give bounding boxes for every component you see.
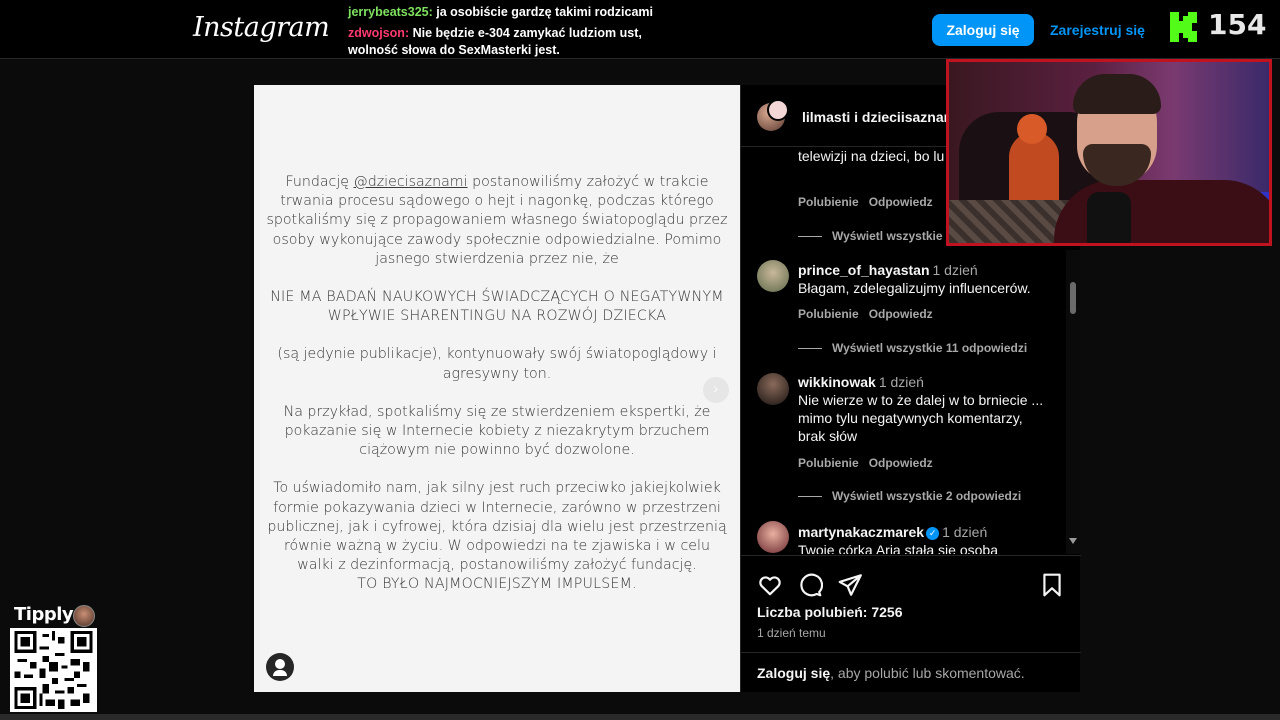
comments-scrollbar[interactable] xyxy=(1066,250,1080,554)
webcam-microphone xyxy=(1087,192,1131,243)
view-replies-button[interactable]: Wyświetl wszystkie 11 odpowiedzi xyxy=(798,341,1027,355)
comment-username[interactable]: martynakaczmarek xyxy=(798,524,924,540)
heart-icon[interactable] xyxy=(757,572,783,598)
view-replies-label: Wyświetl wszystkie 2 odpowiedzi xyxy=(832,489,1022,503)
stream-chat-overlay: jerrybeats325: ja osobiście gardzę takim… xyxy=(348,4,688,63)
comment-text: Nie wierze w to że dalej w to brniecie .… xyxy=(798,392,1044,444)
post-paragraph-headline: NIE MA BADAŃ NAUKOWYCH ŚWIADCZĄCYCH O NE… xyxy=(270,289,724,325)
post-authors[interactable]: lilmasti i dzieciisaznami xyxy=(802,109,960,125)
like-comment-button[interactable]: Polubienie xyxy=(798,307,859,321)
kick-logo-icon xyxy=(1170,12,1197,42)
post-image-text: Fundację @dziecisaznami postanowiliśmy z… xyxy=(266,173,728,614)
top-bar: Instagram jerrybeats325: ja osobiście ga… xyxy=(0,0,1280,59)
login-prompt-text: , aby polubić lub skomentować. xyxy=(830,665,1025,681)
comment-time: 1 dzień xyxy=(942,524,988,540)
comment-username[interactable]: prince_of_hayastan xyxy=(798,262,930,278)
comment-username[interactable]: wikkinowak xyxy=(798,374,876,390)
tipply-label: Tipply xyxy=(14,604,74,625)
scroll-down-arrow-icon[interactable] xyxy=(1069,538,1077,544)
qr-code-icon xyxy=(14,631,93,709)
post-image: Fundację @dziecisaznami postanowiliśmy z… xyxy=(254,85,740,692)
bottom-edge xyxy=(0,714,1280,720)
likes-count[interactable]: Liczba polubień: 7256 xyxy=(757,604,902,620)
comment-actions: Polubienie Odpowiedz xyxy=(798,307,943,321)
post-paragraph-closing: TO BYŁO NAJMOCNIEJSZYM IMPULSEM. xyxy=(357,576,637,593)
commenter-avatar[interactable] xyxy=(757,260,789,292)
login-prompt: Zaloguj się, aby polubić lub skomentować… xyxy=(741,652,1081,693)
view-replies-button[interactable]: Wyświetl wszystkie 1 xyxy=(798,229,953,243)
viewer-count: 154 xyxy=(1208,8,1267,41)
next-slide-button[interactable]: › xyxy=(703,377,729,403)
divider xyxy=(798,496,822,498)
comment-body: prince_of_hayastan 1 dzień Błagam, zdeleg… xyxy=(798,261,1053,297)
comment-actions: Polubienie Odpowiedz xyxy=(798,456,943,470)
reply-button[interactable]: Odpowiedz xyxy=(869,456,933,470)
chat-text: ja osobiście gardzę takimi rodzicami xyxy=(432,5,653,19)
tagged-user-icon[interactable] xyxy=(266,653,294,681)
verified-badge-icon: ✓ xyxy=(926,527,940,540)
view-replies-label: Wyświetl wszystkie 1 xyxy=(832,229,953,243)
chat-message: jerrybeats325: ja osobiście gardzę takim… xyxy=(348,4,688,21)
comment-icon[interactable] xyxy=(797,572,823,598)
instagram-logo[interactable]: Instagram xyxy=(193,12,330,43)
comment-text: Twoje córka Aria stała sie osoba xyxy=(798,542,998,554)
reply-button[interactable]: Odpowiedz xyxy=(869,307,933,321)
tipply-avatar xyxy=(73,605,95,627)
comment-time: 1 dzień xyxy=(878,374,924,390)
login-prompt-link[interactable]: Zaloguj się xyxy=(757,665,830,681)
webcam-figurine-head xyxy=(1017,114,1047,144)
chat-username: zdwojson: xyxy=(348,26,410,40)
post-mention: @dziecisaznami xyxy=(353,174,468,190)
share-icon[interactable] xyxy=(837,572,863,598)
post-paragraph: Na przykład, spotkaliśmy się ze stwierdz… xyxy=(283,403,711,459)
scrollbar-thumb[interactable] xyxy=(1070,282,1076,314)
comment-body: martynakaczmarek ✓ 1 dzień Twoje córka Ari… xyxy=(798,523,1053,554)
like-comment-button[interactable]: Polubienie xyxy=(798,456,859,470)
post-actions-bar: Liczba polubień: 7256 1 dzień temu Zalog… xyxy=(741,555,1081,692)
webcam-overlay xyxy=(946,59,1272,246)
post-text-span: Fundację xyxy=(285,174,354,190)
commenter-avatar[interactable] xyxy=(757,521,789,553)
coauthor-avatar[interactable] xyxy=(767,99,789,121)
chat-username: jerrybeats325: xyxy=(348,5,433,19)
divider xyxy=(798,348,822,350)
post-paragraph: To uświadomiło nam, jak silny jest ruch … xyxy=(267,480,727,574)
signup-link[interactable]: Zarejestruj się xyxy=(1050,22,1145,38)
view-replies-button[interactable]: Wyświetl wszystkie 2 odpowiedzi xyxy=(798,489,1021,503)
reply-button[interactable]: Odpowiedz xyxy=(869,195,933,209)
webcam-streamer-hair xyxy=(1073,74,1161,114)
comment-text: Błagam, zdelegalizujmy influencerów. xyxy=(798,280,1031,296)
post-paragraph: Fundację @dziecisaznami postanowiliśmy z… xyxy=(266,173,728,269)
post-paragraph: (są jedynie publikacje), kontynuowały sw… xyxy=(277,346,717,382)
commenter-avatar[interactable] xyxy=(757,373,789,405)
donation-qr-code xyxy=(10,628,97,712)
bookmark-icon[interactable] xyxy=(1039,572,1065,598)
login-button[interactable]: Zaloguj się xyxy=(932,14,1034,46)
view-replies-label: Wyświetl wszystkie 11 odpowiedzi xyxy=(832,341,1028,355)
comment-body: wikkinowak 1 dzień Nie wierze w to że dal… xyxy=(798,373,1053,445)
divider xyxy=(798,236,822,238)
chat-message: zdwojson: Nie będzie e-304 zamykać ludzi… xyxy=(348,25,688,59)
comment-time: 1 dzień xyxy=(932,262,978,278)
post-date: 1 dzień temu xyxy=(757,626,826,640)
comment-actions: Polubienie Odpowiedz xyxy=(798,195,943,209)
like-comment-button[interactable]: Polubienie xyxy=(798,195,859,209)
